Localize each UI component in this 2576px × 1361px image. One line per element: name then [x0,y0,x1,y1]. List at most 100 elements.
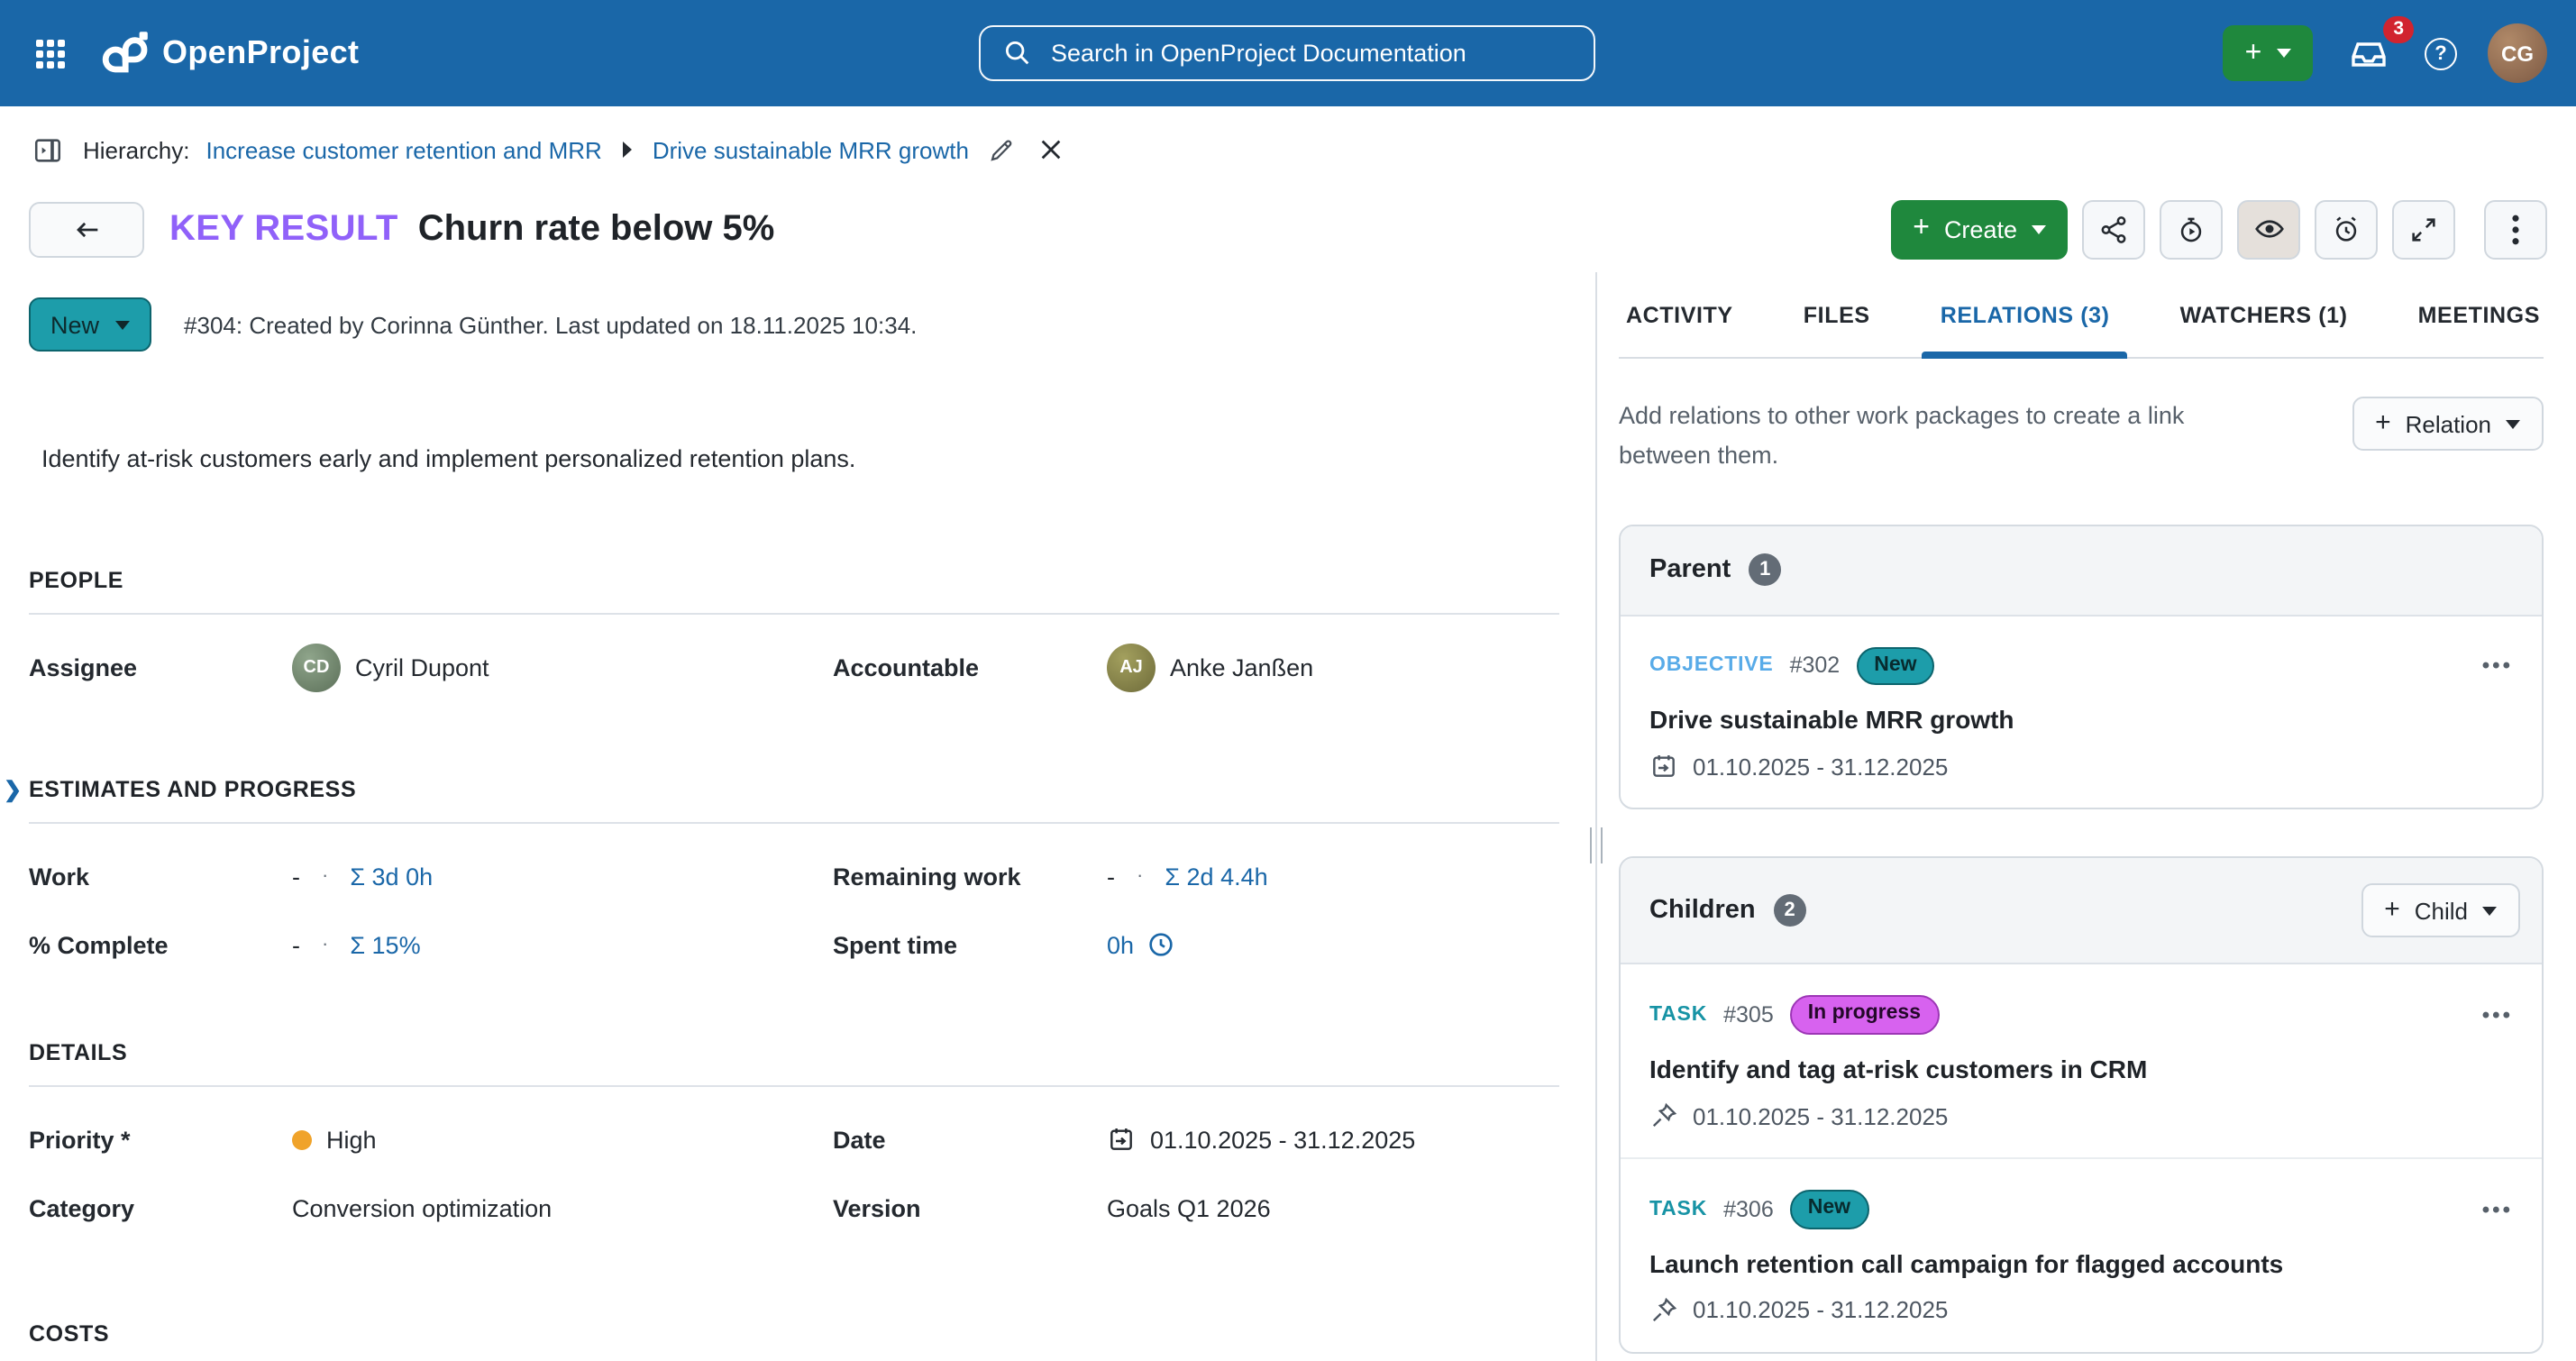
section-title: ESTIMATES AND PROGRESS [29,777,1559,802]
percent-complete-value[interactable]: - · Σ 15% [292,910,833,979]
edit-hierarchy-button[interactable] [985,132,1019,167]
percent-complete-total-link[interactable]: Σ 15% [350,931,420,958]
relation-subject[interactable]: Launch retention call campaign for flagg… [1649,1249,2513,1278]
date-label: Date [833,1105,1107,1174]
status-badge: New [1856,646,1934,686]
tab-bar: ACTIVITY FILES RELATIONS (3) WATCHERS (1… [1619,272,2544,359]
work-package-id[interactable]: #306 [1723,1197,1774,1222]
screenshot-viewport: OpenProject Search in OpenProject Docume… [0,0,2576,1361]
relations-intro-text: Add relations to other work packages to … [1619,397,2271,477]
reminder-button[interactable] [2315,199,2378,259]
version-value[interactable]: Goals Q1 2026 [1107,1174,1559,1242]
tab-activity[interactable]: ACTIVITY [1626,303,1733,357]
fullscreen-button[interactable] [2392,199,2455,259]
panel-divider [1595,272,1597,1361]
work-label: Work [29,842,292,910]
back-button[interactable] [29,201,144,257]
global-search-input[interactable]: Search in OpenProject Documentation [979,25,1595,81]
date-text: 01.10.2025 - 31.12.2025 [1150,1126,1415,1153]
more-actions-button[interactable] [2484,199,2547,259]
type-label-task: TASK [1649,1004,1707,1026]
work-package-id[interactable]: #302 [1790,653,1841,679]
work-total-link[interactable]: Σ 3d 0h [350,863,433,890]
parent-relations-card: Parent 1 OBJECTIVE #302 New ••• Drive su… [1619,524,2544,810]
empty-value-dash: - [292,863,300,890]
create-button[interactable]: + Create [1891,199,2068,259]
chevron-down-icon [2276,49,2290,58]
assignee-name[interactable]: Cyril Dupont [355,653,489,680]
breadcrumb-link-grandparent[interactable]: Increase customer retention and MRR [206,136,602,163]
percent-complete-label: % Complete [29,910,292,979]
work-value[interactable]: - · Σ 3d 0h [292,842,833,910]
relation-more-button[interactable]: ••• [2482,653,2513,679]
close-hierarchy-button[interactable] [1036,133,1068,166]
help-button[interactable]: ? [2425,37,2457,69]
header-right: + 3 ? CG [2223,23,2547,83]
remaining-work-total-link[interactable]: Σ 2d 4.4h [1165,863,1267,890]
pencil-icon [989,136,1016,163]
description[interactable]: Identify at-risk customers early and imp… [29,445,1559,472]
relation-subject[interactable]: Drive sustainable MRR growth [1649,706,2513,735]
watch-button[interactable] [2237,199,2300,259]
panel-resize-handle[interactable] [1590,827,1603,863]
track-time-button[interactable] [2160,199,2223,259]
stopwatch-icon [2176,214,2206,244]
relation-date-row: 01.10.2025 - 31.12.2025 [1649,1101,2513,1130]
section-title: PEOPLE [29,568,1559,593]
parent-card-header: Parent 1 [1621,525,2542,614]
tab-meetings[interactable]: MEETINGS [2418,303,2540,357]
title-toolbar: + Create [1891,199,2547,259]
openproject-logo[interactable]: OpenProject [101,31,359,76]
status-dropdown[interactable]: New [29,297,151,352]
user-avatar[interactable]: CG [2488,23,2547,83]
content-area: New #304: Created by Corinna Günther. La… [0,272,2576,1361]
relation-subject[interactable]: Identify and tag at-risk customers in CR… [1649,1055,2513,1083]
accountable-name[interactable]: Anke Janßen [1170,653,1313,680]
spent-time-value[interactable]: 0h [1107,910,1559,979]
split-view-icon [32,134,63,165]
relation-meta-row: TASK #306 New ••• [1649,1190,2513,1229]
add-relation-label: Relation [2406,410,2491,437]
accountable-label: Accountable [833,633,1107,701]
remaining-work-value[interactable]: - · Σ 2d 4.4h [1107,842,1559,910]
date-value[interactable]: 01.10.2025 - 31.12.2025 [1107,1105,1559,1174]
share-button[interactable] [2082,199,2145,259]
separator-dot: · [322,865,328,887]
collapse-chevron-icon[interactable]: ❯ [4,777,22,802]
add-relation-button[interactable]: + Relation [2352,397,2544,451]
relation-more-button[interactable]: ••• [2482,1197,2513,1222]
relation-item-child[interactable]: TASK #306 New ••• Launch retention call … [1621,1157,2542,1352]
category-label: Category [29,1174,292,1242]
app-modules-button[interactable] [29,32,72,75]
work-package-id[interactable]: #305 [1723,1002,1774,1028]
global-create-button[interactable]: + [2223,25,2313,81]
tab-watchers[interactable]: WATCHERS (1) [2180,303,2348,357]
relation-more-button[interactable]: ••• [2482,1002,2513,1028]
plus-icon: + [1913,215,1930,243]
add-child-button[interactable]: + Child [2361,884,2520,938]
split-view-toggle-button[interactable] [29,131,67,169]
relation-item-child[interactable]: TASK #305 In progress ••• Identify and t… [1621,964,2542,1158]
chevron-down-icon [2506,419,2520,428]
type-label-task: TASK [1649,1199,1707,1220]
tab-files[interactable]: FILES [1804,303,1870,357]
breadcrumb-link-parent[interactable]: Drive sustainable MRR growth [653,136,969,163]
assignee-label: Assignee [29,633,292,701]
work-package-type-label[interactable]: KEY RESULT [169,208,398,250]
priority-label: Priority * [29,1105,292,1174]
eye-icon [2252,213,2285,245]
relation-item-parent[interactable]: OBJECTIVE #302 New ••• Drive sustainable… [1621,614,2542,808]
work-package-subject[interactable]: Churn rate below 5% [418,208,775,250]
spent-time-link[interactable]: 0h [1107,930,1175,959]
empty-value-dash: - [292,931,300,958]
openproject-app: OpenProject Search in OpenProject Docume… [0,0,2576,1361]
category-value[interactable]: Conversion optimization [292,1174,833,1242]
notifications-button[interactable]: 3 [2343,28,2394,78]
assignee-value[interactable]: CD Cyril Dupont [292,633,833,701]
work-package-details-pane: New #304: Created by Corinna Günther. La… [0,272,1595,1361]
accountable-value[interactable]: AJ Anke Janßen [1107,633,1559,701]
priority-value[interactable]: High [292,1105,833,1174]
tab-relations[interactable]: RELATIONS (3) [1941,303,2110,357]
relation-date-row: 01.10.2025 - 31.12.2025 [1649,1296,2513,1325]
share-icon [2098,214,2129,244]
